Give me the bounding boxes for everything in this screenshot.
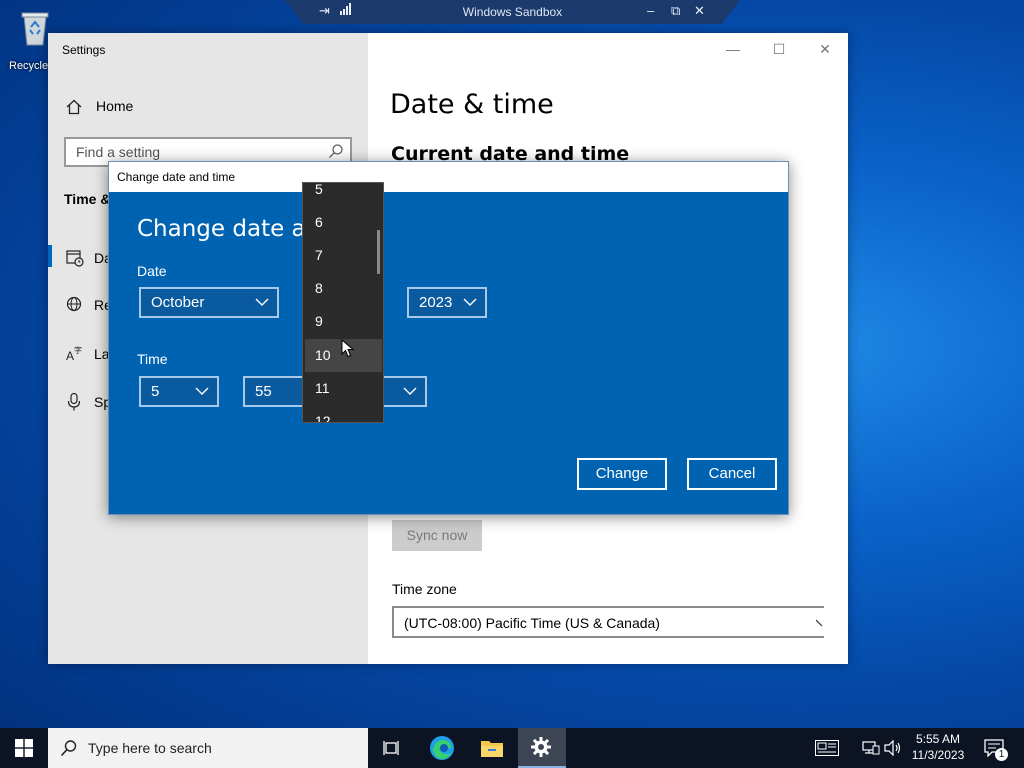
recycle-bin-label: Recycle [9, 60, 49, 72]
taskbar-app-edge[interactable] [418, 728, 466, 768]
change-button[interactable]: Change [577, 458, 667, 490]
home-label: Home [96, 98, 134, 114]
settings-search-input[interactable] [76, 143, 316, 161]
mouse-cursor-icon [341, 339, 354, 358]
day-option[interactable]: 12 [303, 405, 383, 422]
taskbar-app-settings[interactable] [518, 728, 566, 768]
change-date-time-dialog: Change date and time Change date and Dat… [108, 161, 789, 515]
sandbox-title-bar: ⇥ Windows Sandbox – ⧉ ✕ [285, 0, 740, 24]
taskbar-app-file-explorer[interactable] [468, 728, 516, 768]
dialog-title-bar: Change date and time [109, 162, 788, 192]
month-select[interactable]: October [139, 287, 279, 318]
time-label: Time [137, 351, 168, 367]
chevron-down-icon [403, 387, 417, 395]
day-option[interactable]: 6 [303, 206, 383, 239]
day-option[interactable]: 11 [303, 372, 383, 405]
search-icon[interactable] [328, 143, 344, 159]
chevron-down-icon [255, 298, 269, 306]
time-zone-select[interactable]: (UTC-08:00) Pacific Time (US & Canada) [392, 606, 824, 638]
taskbar-search-box[interactable]: Type here to search [48, 728, 368, 768]
home-icon [66, 99, 82, 115]
chevron-down-icon [816, 619, 823, 627]
microphone-icon [67, 392, 81, 411]
day-option[interactable]: 9 [303, 305, 383, 338]
task-view-icon [383, 741, 399, 755]
close-icon[interactable]: ✕ [810, 41, 840, 58]
day-option[interactable]: 5 [303, 183, 383, 206]
minute-value: 55 [255, 383, 272, 400]
dialog-title: Change date and time [117, 170, 236, 184]
hour-select[interactable]: 5 [139, 376, 219, 407]
hour-value: 5 [151, 383, 160, 400]
task-view-button[interactable] [368, 728, 416, 768]
restore-icon[interactable]: ⧉ [671, 3, 680, 19]
sync-now-button[interactable]: Sync now [392, 520, 482, 551]
search-icon [60, 740, 77, 757]
maximize-icon[interactable]: ☐ [764, 41, 794, 58]
network-icon[interactable] [862, 740, 880, 756]
window-title: Settings [62, 43, 106, 57]
clock-time: 5:55 AM [915, 732, 961, 746]
minimize-icon[interactable]: – [647, 3, 654, 18]
gear-icon [531, 737, 551, 757]
notification-count-badge: 1 [995, 748, 1008, 761]
section-heading: Time & [64, 191, 111, 207]
year-select[interactable]: 2023 [407, 287, 487, 318]
folder-icon [481, 741, 503, 757]
keyboard-icon[interactable] [815, 740, 839, 756]
calendar-clock-icon [66, 250, 84, 267]
minimize-icon[interactable]: — [718, 41, 748, 57]
recycle-bin-icon [21, 12, 49, 46]
svg-text:A: A [66, 349, 74, 363]
start-button[interactable] [0, 728, 48, 768]
taskbar: Type here to search 5:55 AM 11/3/2023 1 [0, 728, 1024, 768]
day-option[interactable]: 8 [303, 272, 383, 305]
day-dropdown-list[interactable]: 5 6 7 8 9 10 11 12 [302, 182, 384, 423]
windows-logo-icon [15, 739, 33, 757]
date-label: Date [137, 263, 167, 279]
month-value: October [151, 294, 205, 311]
chevron-down-icon [195, 387, 209, 395]
time-zone-label: Time zone [392, 581, 457, 597]
page-title: Date & time [390, 89, 554, 120]
time-zone-value: (UTC-08:00) Pacific Time (US & Canada) [404, 615, 660, 631]
close-icon[interactable]: ✕ [694, 3, 705, 19]
taskbar-search-placeholder: Type here to search [88, 740, 212, 756]
day-option[interactable]: 7 [303, 239, 383, 272]
globe-region-icon [66, 296, 82, 312]
cancel-button[interactable]: Cancel [687, 458, 777, 490]
year-value: 2023 [419, 294, 453, 311]
clock-date: 11/3/2023 [911, 748, 965, 762]
svg-text:字: 字 [74, 345, 82, 355]
day-list-scrollbar[interactable] [377, 230, 380, 274]
taskbar-clock[interactable]: 5:55 AM 11/3/2023 [900, 731, 976, 763]
chevron-down-icon [463, 298, 477, 306]
action-center-button[interactable]: 1 [980, 728, 1014, 768]
edge-icon [430, 736, 454, 760]
language-icon: A 字 [66, 345, 82, 363]
